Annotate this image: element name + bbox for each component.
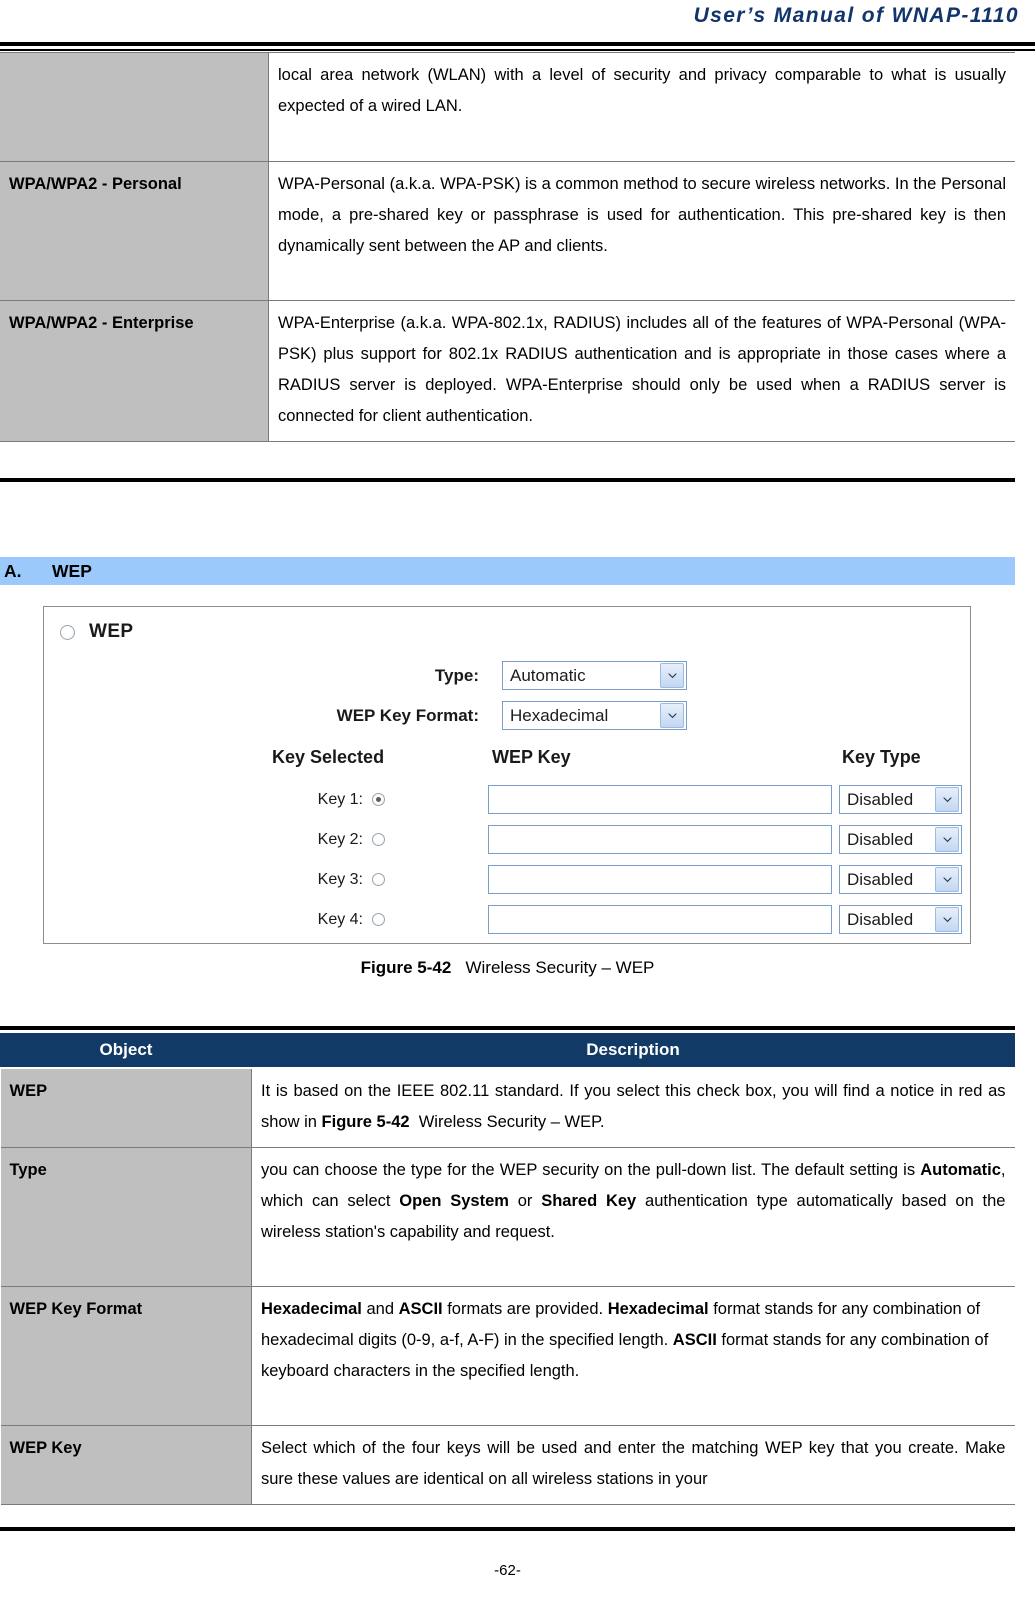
key-row-1: Key 1: Disabled — [306, 785, 962, 814]
key-3-input[interactable] — [488, 865, 832, 894]
key-row-4: Key 4: Disabled — [306, 905, 962, 934]
key-1-type-value: Disabled — [847, 789, 914, 809]
figure-caption: Figure 5-42 Wireless Security – WEP — [0, 958, 1015, 978]
security-modes-table: local area network (WLAN) with a level o… — [0, 52, 1015, 442]
object-cell: Type — [0, 1147, 252, 1287]
description-cell: It is based on the IEEE 802.11 standard.… — [251, 1067, 1015, 1148]
key-1-input[interactable] — [488, 785, 832, 814]
key-3-radio[interactable] — [372, 873, 385, 886]
column-header-wep-key: WEP Key — [492, 747, 571, 767]
chevron-down-icon[interactable] — [935, 867, 959, 892]
key-3-type-select[interactable]: Disabled — [839, 865, 962, 894]
bottom-table-bottom-rule — [0, 1527, 1015, 1531]
key-4-input[interactable] — [488, 905, 832, 934]
chevron-down-icon[interactable] — [935, 787, 959, 812]
key-4-type-value: Disabled — [847, 909, 914, 929]
section-title: WEP — [52, 561, 92, 581]
key-3-label: Key 3: — [317, 870, 363, 888]
page-number: -62- — [494, 1562, 521, 1579]
object-cell: WPA/WPA2 - Personal — [0, 161, 269, 301]
description-cell: WPA-Personal (a.k.a. WPA-PSK) is a commo… — [268, 161, 1015, 301]
running-header: User’s Manual of WNAP-1110 — [0, 0, 1035, 40]
object-cell: WEP — [0, 1067, 252, 1148]
type-row: Type: Automatic — [274, 661, 704, 690]
chevron-down-icon[interactable] — [660, 663, 684, 688]
section-letter: A. — [4, 561, 22, 581]
description-cell: Hexadecimal and ASCII formats are provid… — [251, 1286, 1015, 1426]
figure-caption-text: Wireless Security – WEP — [465, 958, 655, 977]
description-cell: you can choose the type for the WEP secu… — [251, 1147, 1015, 1287]
description-cell: Select which of the four keys will be us… — [251, 1425, 1015, 1505]
chevron-down-icon[interactable] — [935, 907, 959, 932]
table-row: WPA/WPA2 - Enterprise WPA-Enterprise (a.… — [0, 300, 1015, 442]
chevron-down-icon[interactable] — [935, 827, 959, 852]
figure-number: Figure 5-42 — [360, 958, 452, 977]
column-header-key-type: Key Type — [842, 747, 921, 767]
chevron-down-icon[interactable] — [660, 703, 684, 728]
key-4-type-select[interactable]: Disabled — [839, 905, 962, 934]
wep-key-format-row: WEP Key Format: Hexadecimal — [274, 701, 704, 730]
object-cell: WEP Key Format — [0, 1286, 252, 1426]
type-select-value: Automatic — [510, 665, 586, 685]
wep-label: WEP — [89, 621, 134, 642]
wep-radio-button[interactable] — [60, 624, 75, 640]
wep-settings-screenshot: WEP Type: Automatic WEP Key Format: Hexa… — [43, 606, 971, 944]
key-1-label: Key 1: — [317, 790, 363, 808]
column-header-description: Description — [251, 1033, 1015, 1069]
description-cell: WPA-Enterprise (a.k.a. WPA-802.1x, RADIU… — [268, 300, 1015, 442]
section-heading-wep: A. WEP — [0, 557, 1015, 585]
header-rule-thick — [0, 42, 1035, 46]
wep-enable-row[interactable]: WEP — [60, 621, 133, 643]
wep-key-format-label: WEP Key Format: — [336, 705, 479, 725]
type-select[interactable]: Automatic — [502, 661, 687, 690]
key-row-3: Key 3: Disabled — [306, 865, 962, 894]
type-label: Type: — [434, 665, 479, 685]
table-row: local area network (WLAN) with a level o… — [0, 52, 1015, 162]
key-1-radio[interactable] — [372, 793, 385, 806]
header-rule-thin — [0, 49, 1035, 51]
table-row: WEP Key Format Hexadecimal and ASCII for… — [0, 1286, 1015, 1426]
key-1-type-select[interactable]: Disabled — [839, 785, 962, 814]
object-cell: WPA/WPA2 - Enterprise — [0, 300, 269, 442]
table-row: WEP It is based on the IEEE 802.11 stand… — [0, 1067, 1015, 1148]
key-2-label: Key 2: — [317, 830, 363, 848]
manual-title: User’s Manual of WNAP-1110 — [693, 4, 1019, 27]
object-cell: WEP Key — [0, 1425, 252, 1505]
key-row-2: Key 2: Disabled — [306, 825, 962, 854]
column-header-key-selected: Key Selected — [272, 747, 385, 767]
column-header-object: Object — [0, 1033, 252, 1069]
description-cell: local area network (WLAN) with a level o… — [268, 52, 1015, 162]
table-row: WPA/WPA2 - Personal WPA-Personal (a.k.a.… — [0, 161, 1015, 301]
key-3-type-value: Disabled — [847, 869, 914, 889]
key-2-radio[interactable] — [372, 833, 385, 846]
key-2-input[interactable] — [488, 825, 832, 854]
table-bottom-rule — [0, 478, 1015, 482]
wep-key-format-value: Hexadecimal — [510, 705, 609, 725]
wep-key-format-select[interactable]: Hexadecimal — [502, 701, 687, 730]
object-cell — [0, 52, 269, 162]
wep-object-description-table: Object Description WEP It is based on th… — [0, 1033, 1015, 1505]
table-row: WEP Key Select which of the four keys wi… — [0, 1425, 1015, 1505]
key-2-type-select[interactable]: Disabled — [839, 825, 962, 854]
key-2-type-value: Disabled — [847, 829, 914, 849]
key-4-radio[interactable] — [372, 913, 385, 926]
table-row: Type you can choose the type for the WEP… — [0, 1147, 1015, 1287]
table-header-row: Object Description — [0, 1033, 1015, 1069]
key-4-label: Key 4: — [317, 910, 363, 928]
bottom-table-top-rule — [0, 1026, 1015, 1030]
